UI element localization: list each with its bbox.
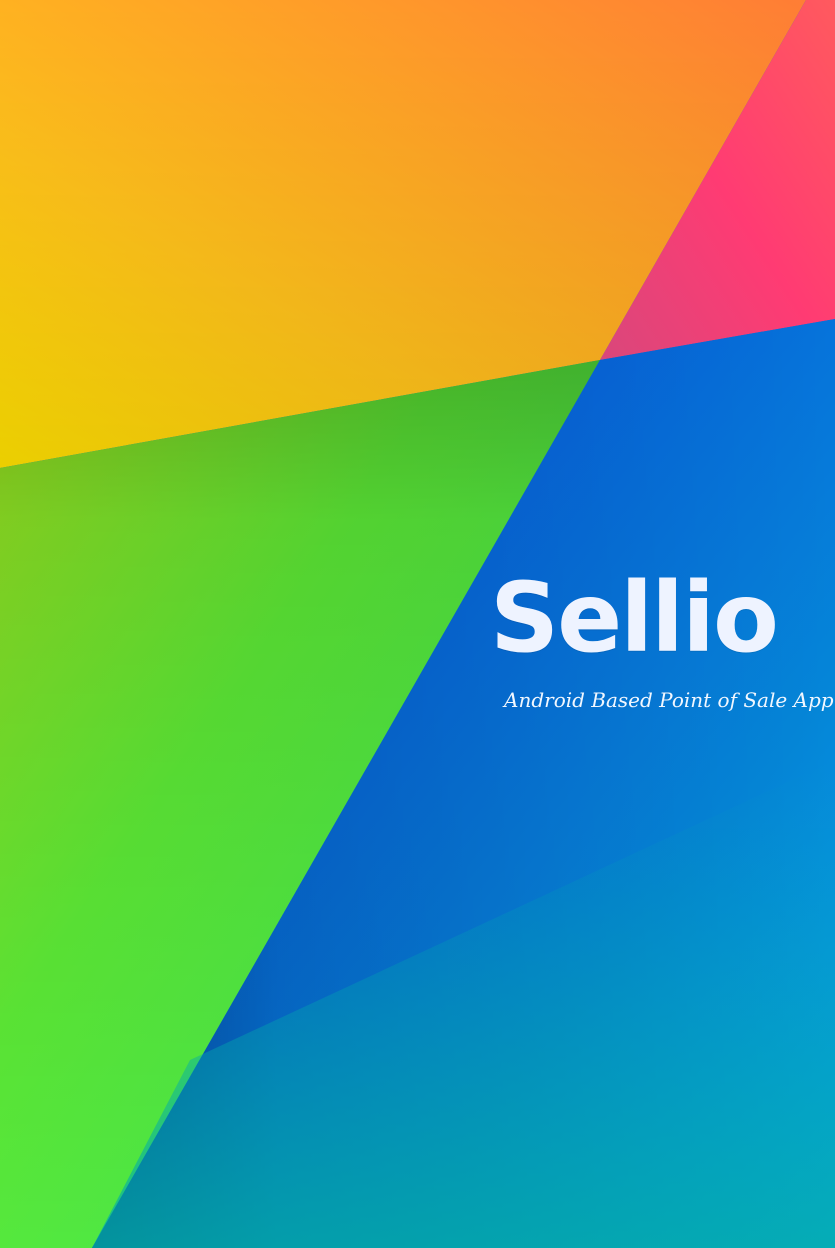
splash-screen: Sellio Android Based Point of Sale App (0, 0, 835, 1248)
brand-block: Sellio Android Based Point of Sale App (490, 562, 834, 712)
app-tagline: Android Based Point of Sale App (504, 688, 834, 712)
app-title: Sellio (490, 562, 779, 674)
